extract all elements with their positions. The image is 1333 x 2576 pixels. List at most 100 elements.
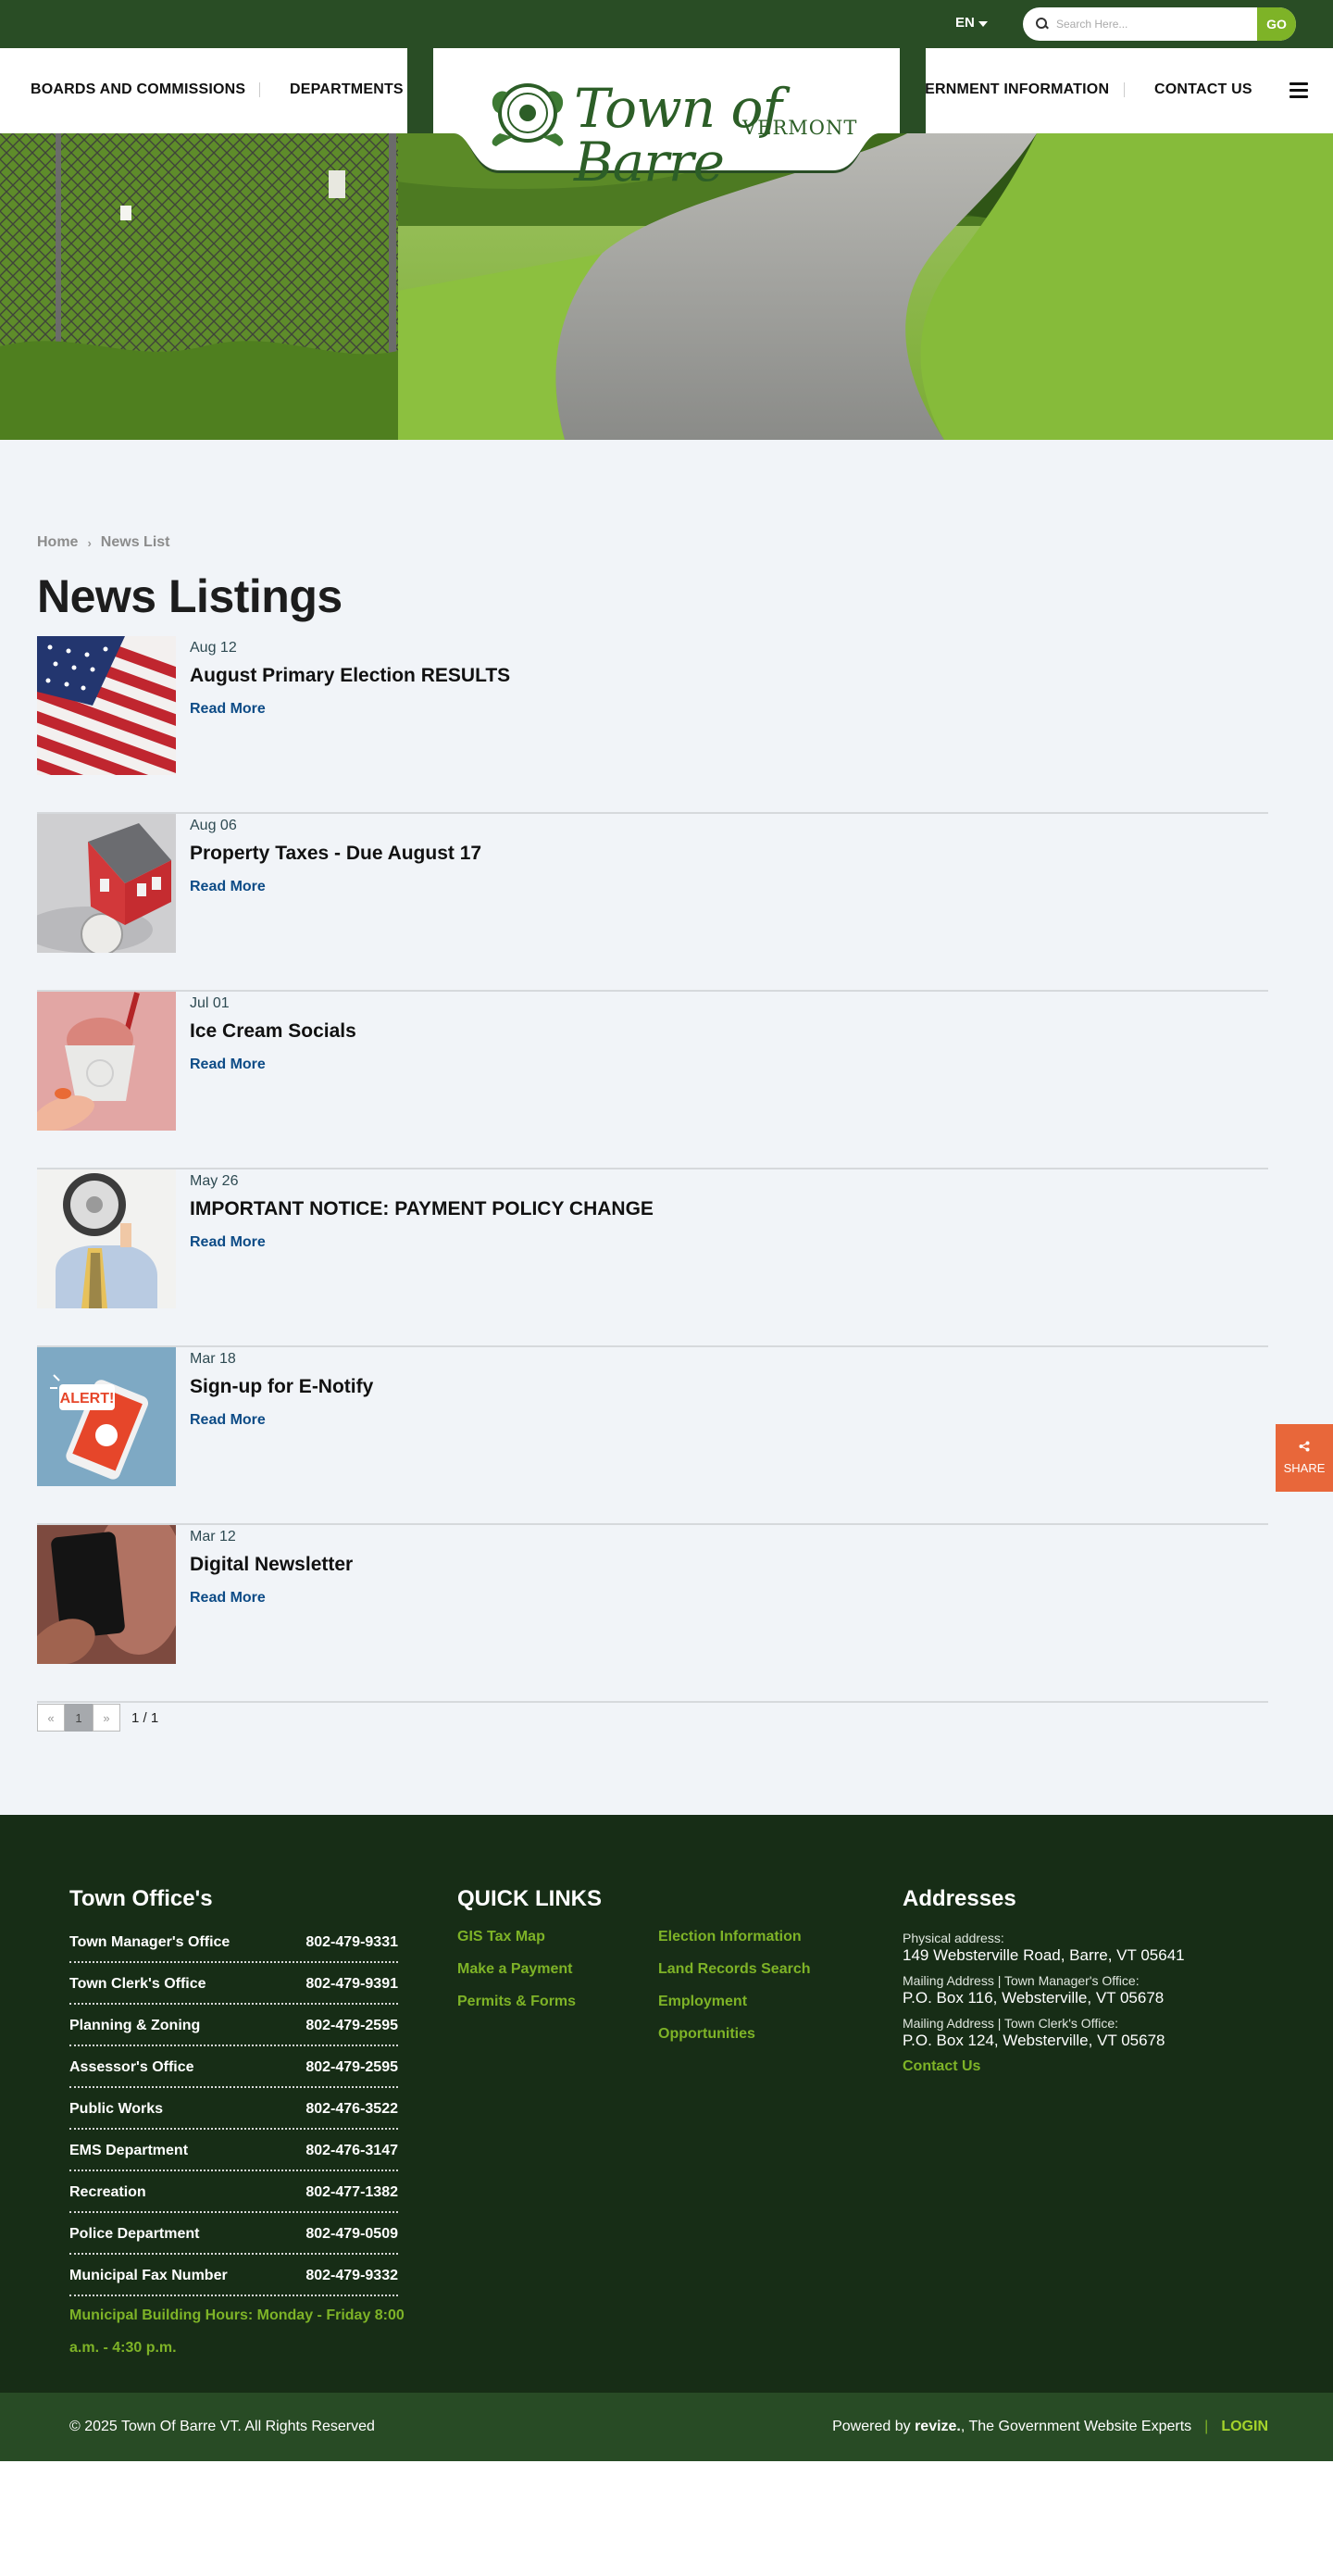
login-link[interactable]: LOGIN [1221, 2419, 1268, 2435]
breadcrumb: Home › News List [37, 534, 169, 551]
page: EN GO BOARDS AND COMMISSIONS DEPARTMENTS… [0, 0, 1333, 2576]
news-date: Aug 12 [190, 640, 237, 656]
news-title[interactable]: Digital Newsletter [190, 1554, 353, 1576]
news-item: May 26 IMPORTANT NOTICE: PAYMENT POLICY … [37, 1169, 1268, 1347]
main-content: Home › News List News Listings Aug 12 Au… [0, 440, 1333, 1815]
divider: | [1204, 2419, 1209, 2434]
footer: Town Office's Town Manager's Office 802-4… [0, 1815, 1333, 2393]
quick-links-column-2: Election Information Land Records Search… [658, 1920, 811, 2050]
site-logo[interactable]: Town of Barre VERMONT [407, 48, 926, 189]
menu-icon[interactable] [1289, 82, 1308, 99]
powered-by: Powered by revize., The Government Websi… [832, 2419, 1268, 2435]
office-name: Town Manager's Office [69, 1933, 230, 1950]
powered-by-suffix: , The Government Website Experts [960, 2419, 1192, 2434]
office-name: EMS Department [69, 2142, 189, 2158]
quick-links-heading: QUICK LINKS [457, 1886, 602, 1911]
news-item: Aug 12 August Primary Election RESULTS R… [37, 636, 1268, 814]
american-flag-image[interactable] [37, 636, 176, 775]
office-phone[interactable]: 802-479-0509 [305, 2226, 398, 2243]
ice-cream-cup-image[interactable] [37, 992, 176, 1131]
page-title: News Listings [37, 570, 343, 622]
office-name: Public Works [69, 2100, 164, 2117]
office-row: Town Manager's Office 802-479-9331 [69, 1921, 398, 1963]
office-phone[interactable]: 802-479-9332 [305, 2268, 398, 2284]
news-item: Mar 12 Digital Newsletter Read More [37, 1525, 1268, 1703]
office-phone[interactable]: 802-479-2595 [305, 2059, 398, 2076]
breadcrumb-home[interactable]: Home [37, 534, 78, 551]
nav-departments[interactable]: DEPARTMENTS [290, 81, 404, 98]
news-title[interactable]: August Primary Election RESULTS [190, 665, 510, 687]
quick-link-opportunities[interactable]: Opportunities [658, 2018, 811, 2050]
office-row: Assessor's Office 802-479-2595 [69, 2046, 398, 2088]
svg-text:ALERT!: ALERT! [60, 1391, 115, 1407]
nav-divider [259, 82, 260, 97]
office-row: Police Department 802-479-0509 [69, 2213, 398, 2255]
news-title[interactable]: Sign-up for E-Notify [190, 1376, 373, 1398]
quick-link-permits-forms[interactable]: Permits & Forms [457, 1985, 576, 2018]
read-more-link[interactable]: Read More [190, 1057, 266, 1073]
search-go-button[interactable]: GO [1257, 7, 1296, 41]
copyright-bar: © 2025 Town Of Barre VT. All Rights Rese… [0, 2393, 1333, 2461]
powered-by-prefix: Powered by [832, 2419, 911, 2434]
address-label: Mailing Address | Town Clerk's Office: [903, 2016, 1118, 2031]
quick-link-make-a-payment[interactable]: Make a Payment [457, 1953, 576, 1985]
quick-link-gis-tax-map[interactable]: GIS Tax Map [457, 1920, 576, 1953]
news-item: Jul 01 Ice Cream Socials Read More [37, 992, 1268, 1169]
utility-bar: EN GO [0, 0, 1333, 48]
office-phone[interactable]: 802-476-3147 [305, 2143, 398, 2159]
office-row: Public Works 802-476-3522 [69, 2088, 398, 2130]
breadcrumb-current: News List [100, 534, 170, 550]
share-icon [1299, 1441, 1310, 1452]
revize-link[interactable]: revize. [915, 2419, 961, 2435]
office-row: Municipal Fax Number 802-479-9332 [69, 2255, 398, 2296]
contact-us-link[interactable]: Contact Us [903, 2058, 1185, 2075]
nav-contact-us[interactable]: CONTACT US [1154, 81, 1252, 98]
address-value: P.O. Box 116, Websterville, VT 05678 [903, 1989, 1165, 2007]
office-row: Town Clerk's Office 802-479-9391 [69, 1963, 398, 2005]
quick-link-land-records-search[interactable]: Land Records Search [658, 1953, 811, 1985]
pagination-next[interactable]: » [93, 1704, 120, 1732]
smartphone-image[interactable] [37, 1525, 176, 1664]
language-selector[interactable]: EN [955, 15, 988, 31]
address-value: P.O. Box 124, Websterville, VT 05678 [903, 2032, 1165, 2049]
news-date: Mar 12 [190, 1529, 236, 1544]
house-model-image[interactable] [37, 814, 176, 953]
read-more-link[interactable]: Read More [190, 701, 266, 718]
news-date: Mar 18 [190, 1351, 236, 1367]
office-phone[interactable]: 802-477-1382 [305, 2184, 398, 2201]
office-row: Recreation 802-477-1382 [69, 2171, 398, 2213]
search-input[interactable] [1049, 7, 1257, 41]
office-phone[interactable]: 802-476-3522 [305, 2101, 398, 2118]
office-phone[interactable]: 802-479-9391 [305, 1976, 398, 1993]
quick-link-employment[interactable]: Employment [658, 1985, 811, 2018]
alert-phone-image[interactable]: ALERT! [37, 1347, 176, 1486]
office-phone[interactable]: 802-479-2595 [305, 2018, 398, 2034]
read-more-link[interactable]: Read More [190, 879, 266, 895]
nav-boards-and-commissions[interactable]: BOARDS AND COMMISSIONS [31, 81, 245, 98]
office-name: Police Department [69, 2225, 200, 2242]
office-phone[interactable]: 802-479-9331 [305, 1934, 398, 1951]
town-offices-heading: Town Office's [69, 1886, 213, 1911]
pagination-page-1[interactable]: 1 [65, 1704, 93, 1732]
quick-link-election-information[interactable]: Election Information [658, 1920, 811, 1953]
town-seal-icon [492, 83, 564, 146]
office-name: Recreation [69, 2183, 146, 2200]
read-more-link[interactable]: Read More [190, 1590, 266, 1607]
pagination-prev[interactable]: « [37, 1704, 65, 1732]
news-item: ALERT! Mar 18 Sign-up for E-Notify Read … [37, 1347, 1268, 1525]
news-title[interactable]: Ice Cream Socials [190, 1020, 356, 1043]
address-value: 149 Websterville Road, Barre, VT 05641 [903, 1946, 1185, 1964]
copyright-text: © 2025 Town Of Barre VT. All Rights Rese… [69, 2419, 375, 2434]
quick-links-column-1: GIS Tax Map Make a Payment Permits & For… [457, 1920, 576, 2018]
pagination: « 1 » 1 / 1 [37, 1704, 158, 1732]
address-label: Physical address: [903, 1931, 1004, 1945]
megaphone-image[interactable] [37, 1169, 176, 1308]
office-row: Planning & Zoning 802-479-2595 [69, 2005, 398, 2046]
news-title[interactable]: Property Taxes - Due August 17 [190, 843, 481, 865]
news-title[interactable]: IMPORTANT NOTICE: PAYMENT POLICY CHANGE [190, 1198, 654, 1220]
office-name: Planning & Zoning [69, 2017, 201, 2033]
share-button[interactable]: SHARE [1276, 1424, 1333, 1492]
building-hours: Municipal Building Hours: Monday - Frida… [69, 2307, 405, 2356]
read-more-link[interactable]: Read More [190, 1412, 266, 1429]
read-more-link[interactable]: Read More [190, 1234, 266, 1251]
